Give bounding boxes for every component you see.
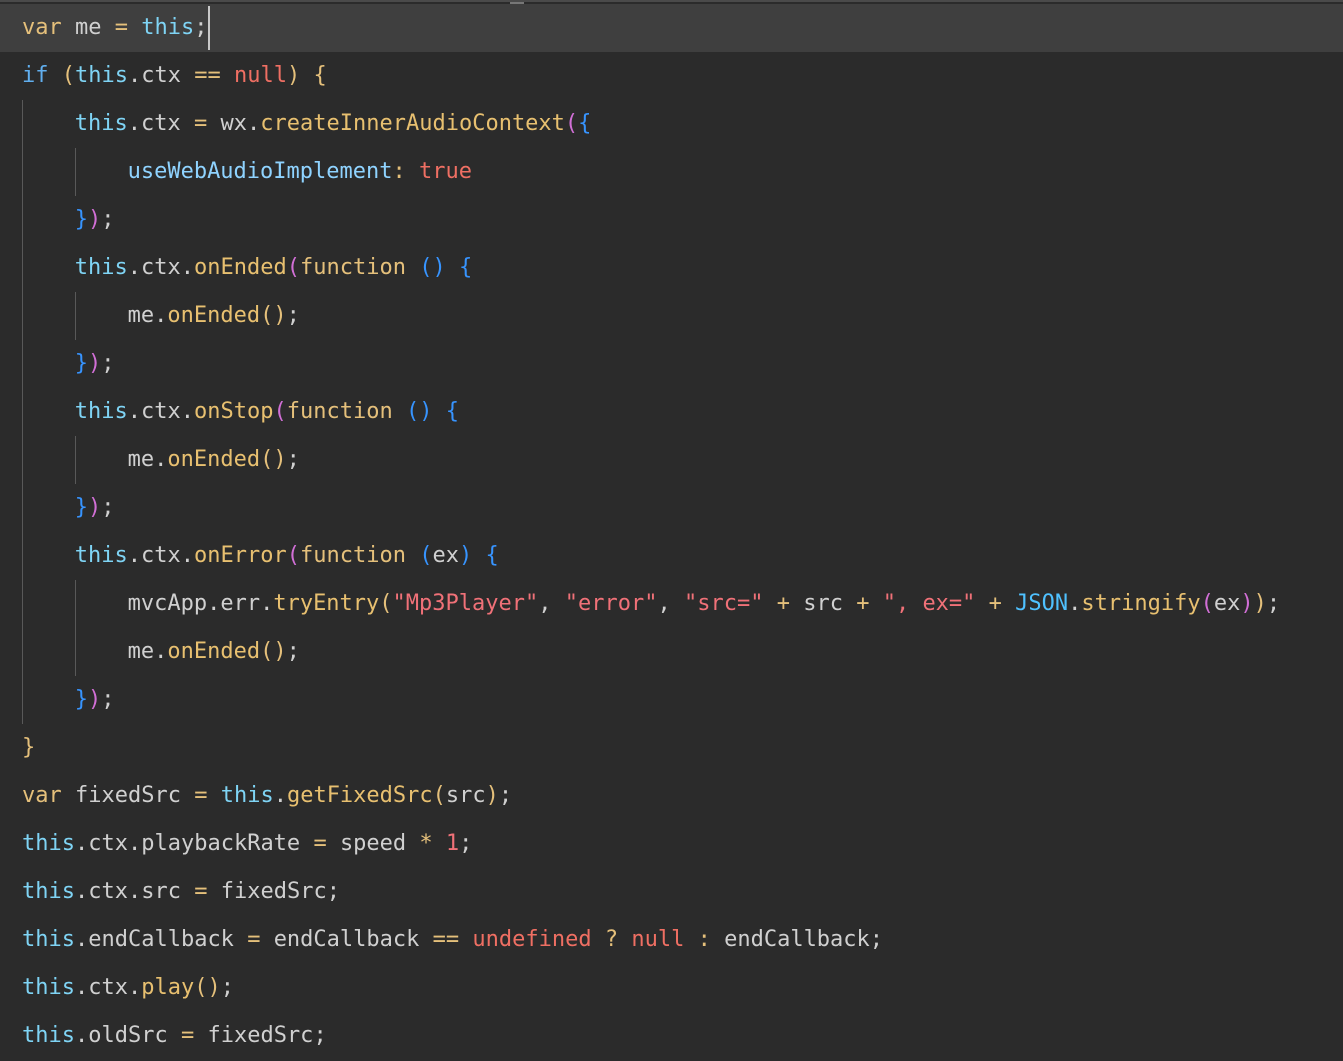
code-line-text: });: [74, 351, 115, 376]
code-line-text: });: [74, 207, 115, 232]
code-line-4[interactable]: useWebAudioImplement: true: [0, 148, 1343, 196]
code-line-text: this.ctx.onEnded(function () {: [74, 255, 473, 280]
code-line-21[interactable]: this.ctx.play();: [0, 964, 1343, 1012]
code-line-text: useWebAudioImplement: true: [127, 159, 472, 184]
code-line-text: if (this.ctx == null) {: [22, 63, 327, 88]
code-line-text: this.ctx = wx.createInnerAudioContext({: [74, 111, 592, 136]
code-line-20[interactable]: this.endCallback = endCallback == undefi…: [0, 916, 1343, 964]
code-line-text: });: [74, 687, 115, 712]
code-line-text: }: [22, 735, 36, 760]
code-editor[interactable]: var me = this; if (this.ctx == null) { thi…: [0, 0, 1343, 1061]
code-line-text: mvcApp.err.tryEntry("Mp3Player", "error"…: [127, 591, 1281, 616]
code-line-text: me.onEnded();: [127, 303, 300, 328]
code-line-text: this.oldSrc = fixedSrc;: [22, 1023, 327, 1048]
code-line-18[interactable]: this.ctx.playbackRate = speed * 1;: [0, 820, 1343, 868]
code-line-19[interactable]: this.ctx.src = fixedSrc;: [0, 868, 1343, 916]
code-line-15[interactable]: });: [0, 676, 1343, 724]
code-line-7[interactable]: me.onEnded();: [0, 292, 1343, 340]
code-line-text: this.ctx.onError(function (ex) {: [74, 543, 499, 568]
code-line-11[interactable]: });: [0, 484, 1343, 532]
code-line-text: me.onEnded();: [127, 639, 300, 664]
code-line-16[interactable]: }: [0, 724, 1343, 772]
code-line-text: });: [74, 495, 115, 520]
code-line-17[interactable]: var fixedSrc = this.getFixedSrc(src);: [0, 772, 1343, 820]
code-line-text: this.ctx.play();: [22, 975, 234, 1000]
text-cursor: [208, 6, 211, 50]
code-line-14[interactable]: me.onEnded();: [0, 628, 1343, 676]
code-line-3[interactable]: this.ctx = wx.createInnerAudioContext({: [0, 100, 1343, 148]
code-line-text: var me = this;: [22, 4, 211, 52]
code-line-text: this.ctx.playbackRate = speed * 1;: [22, 831, 473, 856]
code-line-22[interactable]: this.oldSrc = fixedSrc;: [0, 1012, 1343, 1060]
code-line-text: this.endCallback = endCallback == undefi…: [22, 927, 884, 952]
code-line-text: var fixedSrc = this.getFixedSrc(src);: [22, 783, 513, 808]
code-line-text: this.ctx.onStop(function () {: [74, 399, 459, 424]
code-line-1[interactable]: var me = this;: [0, 4, 1343, 52]
code-line-12[interactable]: this.ctx.onError(function (ex) {: [0, 532, 1343, 580]
code-line-10[interactable]: me.onEnded();: [0, 436, 1343, 484]
code-line-6[interactable]: this.ctx.onEnded(function () {: [0, 244, 1343, 292]
code-line-text: me.onEnded();: [127, 447, 300, 472]
code-line-9[interactable]: this.ctx.onStop(function () {: [0, 388, 1343, 436]
code-line-text: this.ctx.src = fixedSrc;: [22, 879, 340, 904]
code-line-13[interactable]: mvcApp.err.tryEntry("Mp3Player", "error"…: [0, 580, 1343, 628]
code-line-8[interactable]: });: [0, 340, 1343, 388]
code-line-2[interactable]: if (this.ctx == null) {: [0, 52, 1343, 100]
code-line-5[interactable]: });: [0, 196, 1343, 244]
